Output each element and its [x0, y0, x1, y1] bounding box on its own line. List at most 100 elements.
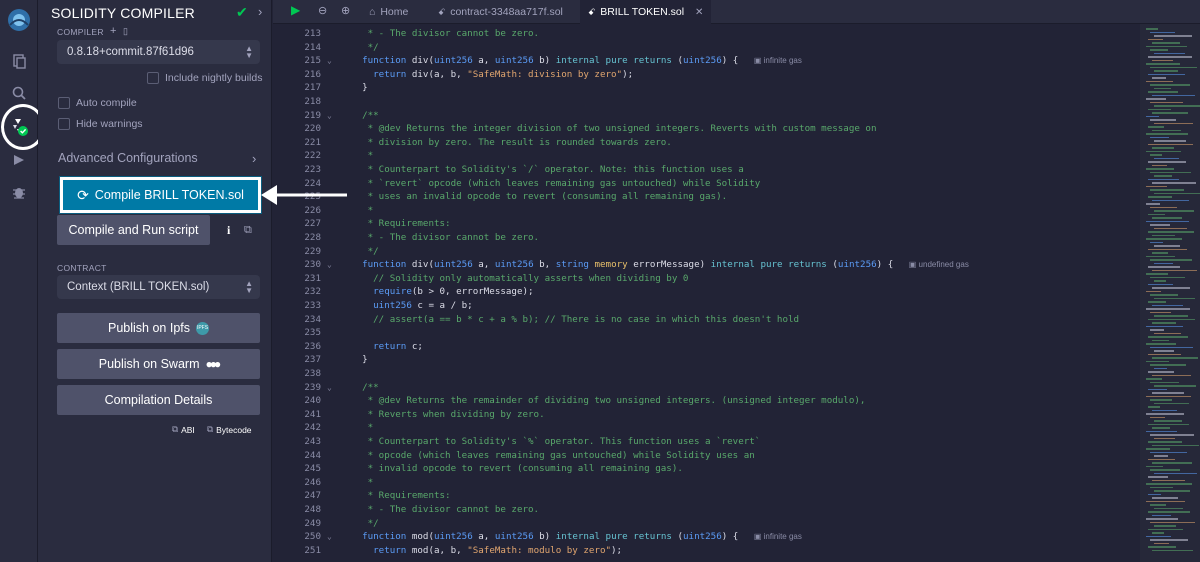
- code-text: * @dev Returns the remainder of dividing…: [351, 395, 866, 407]
- minimap-line: [1152, 77, 1166, 79]
- code-line[interactable]: 246 *: [273, 476, 1140, 490]
- tab-home[interactable]: ⌂ Home: [361, 0, 416, 24]
- code-line[interactable]: 236 return c;: [273, 340, 1140, 354]
- code-line[interactable]: 225 * uses an invalid opcode to revert (…: [273, 190, 1140, 204]
- code-line[interactable]: 237 }: [273, 353, 1140, 367]
- run-icon[interactable]: ▶: [291, 3, 300, 17]
- publish-ipfs-button[interactable]: Publish on Ipfs IPFS: [57, 313, 260, 343]
- gas-estimate: ▣ infinite gas: [749, 532, 802, 542]
- minimap-line: [1146, 150, 1181, 152]
- minimap-line: [1154, 262, 1173, 264]
- tab-contract[interactable]: ꗃ contract-3348aa717f.sol: [430, 0, 571, 24]
- add-compiler-icon[interactable]: +: [110, 25, 117, 37]
- code-line[interactable]: 227 * Requirements:: [273, 217, 1140, 231]
- tab-contract-label: contract-3348aa717f.sol: [450, 6, 563, 18]
- chevron-right-icon[interactable]: ›: [252, 151, 256, 166]
- code-line[interactable]: 241 * Reverts when dividing by zero.: [273, 408, 1140, 422]
- code-line[interactable]: 243 * Counterpart to Solidity's `%` oper…: [273, 435, 1140, 449]
- code-line[interactable]: 238: [273, 367, 1140, 381]
- auto-compile-checkbox[interactable]: [58, 97, 70, 109]
- code-line[interactable]: 248 * - The divisor cannot be zero.: [273, 503, 1140, 517]
- code-line[interactable]: 215 ⌄ function div(uint256 a, uint256 b) …: [273, 54, 1140, 68]
- zoom-in-icon[interactable]: ⊕: [341, 4, 350, 17]
- zoom-out-icon[interactable]: ⊖: [318, 4, 327, 17]
- code-line[interactable]: 217 }: [273, 81, 1140, 95]
- advanced-configurations-toggle[interactable]: Advanced Configurations: [58, 151, 198, 165]
- code-line[interactable]: 220 * @dev Returns the integer division …: [273, 122, 1140, 136]
- minimap-line: [1148, 143, 1193, 145]
- code-line[interactable]: 234 // assert(a == b * c + a % b); // Th…: [273, 313, 1140, 327]
- minimap-line: [1150, 49, 1168, 51]
- minimap-line: [1154, 455, 1168, 457]
- fold-chevron-icon[interactable]: ⌄: [327, 381, 332, 395]
- compile-button[interactable]: ⟳ Compile BRILL TOKEN.sol: [59, 176, 262, 214]
- remix-logo[interactable]: [0, 2, 38, 38]
- code-line[interactable]: 251 return mod(a, b, "SafeMath: modulo b…: [273, 544, 1140, 558]
- code-line[interactable]: 244 * opcode (which leaves remaining gas…: [273, 449, 1140, 463]
- close-icon[interactable]: ✕: [695, 7, 703, 18]
- code-line[interactable]: 224 * `revert` opcode (which leaves rema…: [273, 177, 1140, 191]
- code-line[interactable]: 239 ⌄ /**: [273, 381, 1140, 395]
- code-line[interactable]: 216 return div(a, b, "SafeMath: division…: [273, 68, 1140, 82]
- fold-chevron-icon[interactable]: ⌄: [327, 258, 332, 272]
- code-editor[interactable]: 213 * - The divisor cannot be zero. 214 *…: [273, 24, 1140, 562]
- minimap-line: [1146, 80, 1173, 82]
- minimap-line: [1146, 378, 1162, 380]
- minimap-line: [1146, 203, 1160, 205]
- code-line[interactable]: 222 *: [273, 149, 1140, 163]
- code-line[interactable]: 229 */: [273, 245, 1140, 259]
- minimap-line: [1152, 199, 1189, 201]
- compile-and-run-button[interactable]: Compile and Run script: [57, 215, 210, 245]
- code-line[interactable]: 214 */: [273, 41, 1140, 55]
- minimap-line: [1154, 105, 1200, 107]
- code-text: uint256 c = a / b;: [351, 300, 473, 311]
- include-nightly-checkbox[interactable]: [147, 72, 159, 84]
- copy-icon[interactable]: ⧉: [244, 224, 252, 237]
- code-line[interactable]: 240 * @dev Returns the remainder of divi…: [273, 394, 1140, 408]
- file-icon[interactable]: ▯: [123, 26, 128, 37]
- copy-bytecode-button[interactable]: ⧉ Bytecode: [207, 424, 252, 435]
- file-explorer-icon[interactable]: [0, 46, 38, 76]
- copy-abi-button[interactable]: ⧉ ABI: [172, 424, 195, 435]
- code-line[interactable]: 242 *: [273, 421, 1140, 435]
- code-line[interactable]: 250 ⌄ function mod(uint256 a, uint256 b) …: [273, 530, 1140, 544]
- code-line[interactable]: 230 ⌄ function div(uint256 a, uint256 b, …: [273, 258, 1140, 272]
- fold-chevron-icon[interactable]: ⌄: [327, 530, 332, 544]
- tab-brill-token[interactable]: ꗃ BRILL TOKEN.sol ✕: [580, 0, 712, 24]
- code-line[interactable]: 245 * invalid opcode to revert (consumin…: [273, 462, 1140, 476]
- minimap-line: [1152, 497, 1178, 499]
- code-line[interactable]: 213 * - The divisor cannot be zero.: [273, 27, 1140, 41]
- minimap[interactable]: [1140, 24, 1200, 562]
- code-line[interactable]: 223 * Counterpart to Solidity's `/` oper…: [273, 163, 1140, 177]
- hide-warnings-checkbox[interactable]: [58, 118, 70, 130]
- compilation-details-button[interactable]: Compilation Details: [57, 385, 260, 415]
- code-line[interactable]: 249 */: [273, 517, 1140, 531]
- line-number: 218: [304, 96, 321, 107]
- compiler-version-select[interactable]: 0.8.18+commit.87f61d96 ▲ ▼: [57, 40, 260, 64]
- code-line[interactable]: 232 require(b > 0, errorMessage);: [273, 285, 1140, 299]
- code-line[interactable]: 219 ⌄ /**: [273, 109, 1140, 123]
- code-line[interactable]: 233 uint256 c = a / b;: [273, 299, 1140, 313]
- publish-swarm-button[interactable]: Publish on Swarm ●●●: [57, 349, 260, 379]
- code-line[interactable]: 218: [273, 95, 1140, 109]
- minimap-line: [1154, 175, 1172, 177]
- minimap-line: [1146, 238, 1182, 240]
- deploy-run-icon[interactable]: [0, 145, 38, 175]
- select-arrows-icon: ▲ ▼: [245, 44, 253, 60]
- code-text: * - The divisor cannot be zero.: [351, 504, 540, 515]
- chevron-right-icon[interactable]: ›: [258, 4, 262, 19]
- code-line[interactable]: 221 * division by zero. The result is ro…: [273, 136, 1140, 150]
- code-line[interactable]: 231 // Solidity only automatically asser…: [273, 272, 1140, 286]
- fold-chevron-icon[interactable]: ⌄: [327, 109, 332, 123]
- code-text: * - The divisor cannot be zero.: [351, 28, 540, 39]
- info-icon[interactable]: i: [227, 223, 230, 238]
- code-line[interactable]: 226 *: [273, 204, 1140, 218]
- minimap-line: [1152, 252, 1168, 254]
- code-line[interactable]: 247 * Requirements:: [273, 489, 1140, 503]
- fold-chevron-icon[interactable]: ⌄: [327, 54, 332, 68]
- debugger-icon[interactable]: [0, 177, 38, 207]
- code-line[interactable]: 228 * - The divisor cannot be zero.: [273, 231, 1140, 245]
- code-line[interactable]: 235: [273, 326, 1140, 340]
- contract-select[interactable]: Context (BRILL TOKEN.sol) ▲ ▼: [57, 275, 260, 299]
- minimap-line: [1150, 451, 1187, 453]
